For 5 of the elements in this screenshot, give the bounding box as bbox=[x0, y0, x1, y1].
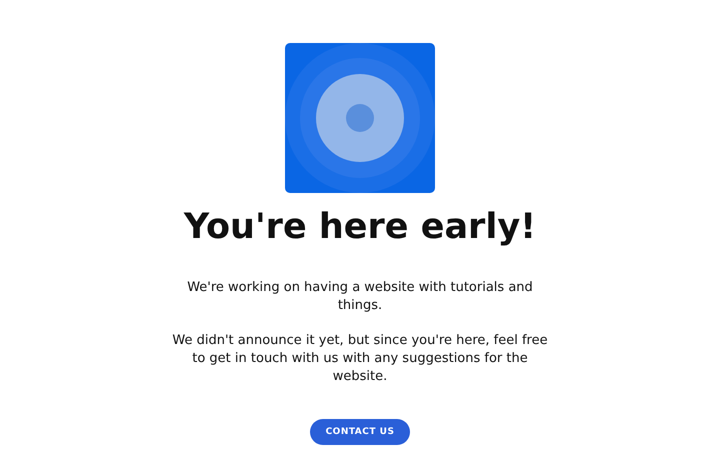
contact-button[interactable]: CONTACT US bbox=[310, 419, 410, 445]
body-paragraph: We're working on having a website with tutorials and things. bbox=[186, 279, 534, 315]
target-logo-icon bbox=[285, 43, 435, 193]
body-paragraph: We didn't announce it yet, but since you're here, feel free to get in touch with us with any suggestions for the website. bbox=[171, 332, 549, 386]
page-heading: You're here early! bbox=[184, 207, 536, 247]
